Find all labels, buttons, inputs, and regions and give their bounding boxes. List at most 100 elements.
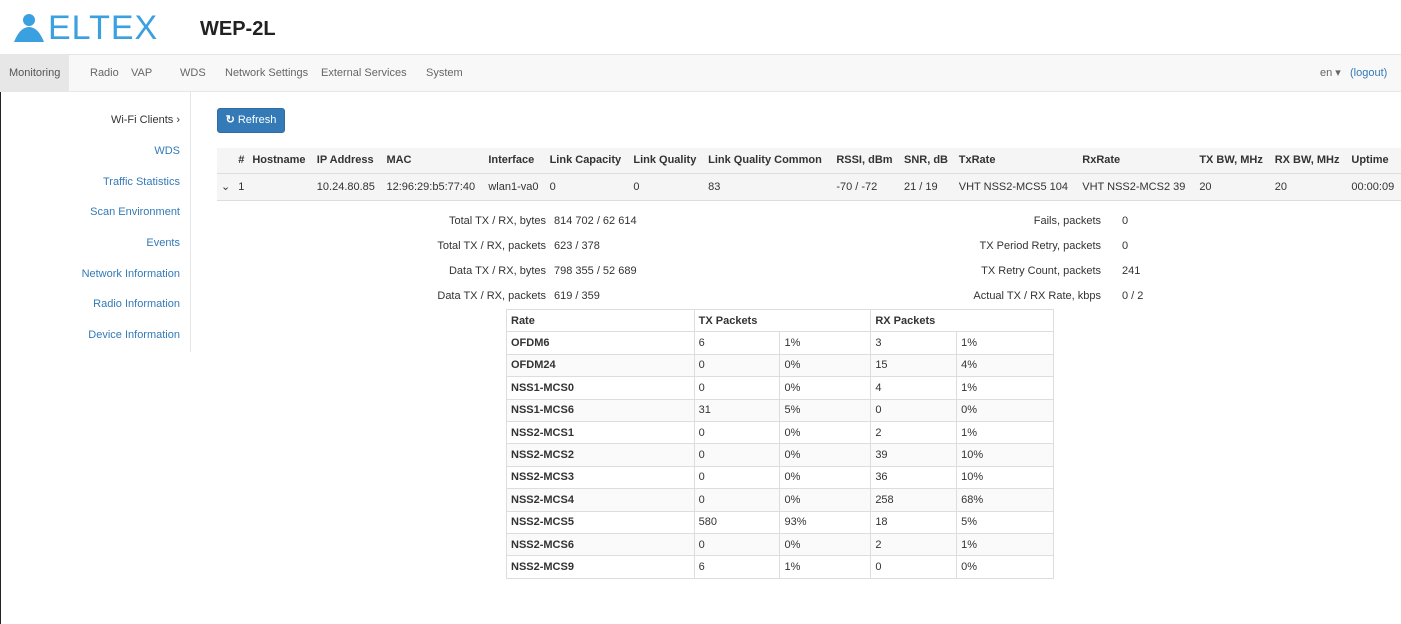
nav-vap[interactable]: VAP	[122, 55, 161, 92]
device-model-title: WEP-2L	[200, 18, 276, 40]
col-rxrate: RxRate	[1078, 148, 1196, 174]
nav-network-settings[interactable]: Network Settings	[216, 55, 317, 92]
cell-rate-name: NSS1-MCS0	[506, 376, 695, 400]
detail-label-total-bytes: Total TX / RX, bytes	[448, 215, 546, 227]
sidebar-item-traffic-statistics[interactable]: Traffic Statistics	[103, 176, 180, 188]
detail-label-data-bytes: Data TX / RX, bytes	[448, 265, 546, 277]
logout-link[interactable]: (logout)	[1350, 55, 1387, 92]
table-row[interactable]: ⌄ 1 10.24.80.85 12:96:29:b5:77:40 wlan1-…	[217, 173, 1401, 201]
cell-snr: 21 / 19	[899, 173, 955, 201]
sidebar-item-wifi-clients[interactable]: Wi-Fi Clients ›	[111, 114, 180, 126]
cell-tx-percent: 0%	[779, 488, 872, 512]
cell-rx-count: 0	[870, 555, 958, 579]
cell-rx-count: 0	[870, 398, 958, 422]
table-row: OFDM6 6 1% 3 1%	[506, 331, 1054, 355]
sidebar-item-events[interactable]: Events	[146, 237, 180, 249]
cell-rx-percent: 5%	[956, 510, 1054, 534]
header: ELTEX WEP-2L	[0, 0, 1401, 54]
cell-ip-address: 10.24.80.85	[312, 173, 383, 201]
table-row: NSS2-MCS3 0 0% 36 10%	[506, 465, 1054, 490]
col-link-quality-common: Link Quality Common	[704, 148, 833, 174]
detail-label-fails: Fails, packets	[1033, 215, 1101, 227]
detail-value-tx-period-retry: 0	[1122, 240, 1129, 252]
language-dropdown[interactable]: en ▾	[1320, 55, 1341, 92]
detail-value-fails: 0	[1122, 215, 1129, 227]
col-uptime: Uptime	[1347, 148, 1401, 174]
col-txrate: TxRate	[954, 148, 1079, 174]
cell-rssi: -70 / -72	[832, 173, 900, 201]
nav-radio[interactable]: Radio	[81, 55, 128, 92]
cell-rate-name: NSS2-MCS9	[506, 555, 695, 579]
cell-rx-percent: 1%	[956, 331, 1054, 355]
detail-value-total-packets: 623 / 378	[554, 240, 600, 252]
cell-tx-count: 580	[693, 510, 781, 534]
cell-rx-percent: 0%	[956, 555, 1054, 579]
cell-rx-count: 4	[870, 376, 958, 400]
cell-rx-count: 15	[870, 353, 958, 378]
cell-rx-percent: 0%	[956, 398, 1054, 422]
nav-wds[interactable]: WDS	[171, 55, 215, 92]
expand-chevron-icon[interactable]: ⌄	[217, 173, 235, 201]
nav-system[interactable]: System	[417, 55, 472, 92]
col-expand	[217, 148, 235, 174]
cell-rate-name: OFDM6	[506, 331, 695, 355]
table-row: NSS2-MCS2 0 0% 39 10%	[506, 443, 1054, 467]
col-rate: Rate	[506, 308, 695, 333]
cell-link-quality: 0	[629, 173, 705, 201]
rate-header-row: Rate TX Packets RX Packets	[506, 308, 1054, 333]
col-hostname: Hostname	[248, 148, 313, 174]
cell-rate-name: NSS1-MCS6	[506, 398, 695, 422]
nav-monitoring[interactable]: Monitoring	[0, 55, 70, 92]
nav-external-services[interactable]: External Services	[312, 55, 416, 92]
cell-tx-percent: 93%	[779, 510, 872, 534]
sidebar-item-radio-information[interactable]: Radio Information	[93, 298, 180, 310]
col-interface: Interface	[484, 148, 546, 174]
rate-table-body: OFDM6 6 1% 3 1% OFDM24 0 0% 15 4% NSS1-MCS0 0 0% 4 1% N…	[506, 331, 1054, 579]
col-tx-bw: TX BW, MHz	[1195, 148, 1271, 174]
cell-interface: wlan1-va0	[484, 173, 546, 201]
cell-rate-name: NSS2-MCS3	[506, 465, 695, 490]
cell-tx-count: 6	[693, 331, 781, 355]
refresh-button[interactable]: ↻ Refresh	[217, 108, 285, 133]
col-link-capacity: Link Capacity	[545, 148, 630, 174]
cell-tx-count: 0	[693, 532, 781, 557]
sidebar-item-scan-environment[interactable]: Scan Environment	[90, 206, 180, 218]
cell-rx-percent: 1%	[956, 376, 1054, 400]
refresh-icon: ↻	[225, 114, 235, 126]
cell-rx-percent: 68%	[956, 488, 1054, 512]
cell-rate-name: NSS2-MCS4	[506, 488, 695, 512]
cell-tx-count: 0	[693, 488, 781, 512]
logo-text: ELTEX	[48, 9, 159, 47]
cell-tx-count: 6	[693, 555, 781, 579]
clients-header-row: # Hostname IP Address MAC Interface Link…	[217, 148, 1401, 174]
cell-rx-percent: 1%	[956, 532, 1054, 557]
cell-link-capacity: 0	[545, 173, 630, 201]
detail-value-tx-retry-count: 241	[1122, 265, 1141, 277]
cell-rx-percent: 10%	[956, 443, 1054, 467]
cell-tx-percent: 0%	[779, 443, 872, 467]
cell-tx-percent: 0%	[779, 465, 872, 490]
detail-label-actual-rate: Actual TX / RX Rate, kbps	[973, 290, 1101, 302]
cell-tx-count: 0	[693, 420, 781, 445]
cell-rate-name: OFDM24	[506, 353, 695, 378]
cell-tx-count: 0	[693, 465, 781, 490]
rate-statistics-table: Rate TX Packets RX Packets OFDM6 6 1% 3 1% OF…	[506, 308, 1054, 579]
col-rx-bw: RX BW, MHz	[1270, 148, 1348, 174]
cell-tx-count: 31	[693, 398, 781, 422]
cell-hostname	[248, 173, 313, 201]
cell-tx-count: 0	[693, 443, 781, 467]
cell-rxrate: VHT NSS2-MCS2 39	[1078, 173, 1196, 201]
cell-tx-bw: 20	[1195, 173, 1271, 201]
cell-tx-percent: 5%	[779, 398, 872, 422]
sidebar: Wi-Fi Clients › WDS Traffic Statistics S…	[0, 92, 191, 352]
sidebar-item-wds[interactable]: WDS	[154, 145, 180, 157]
sidebar-item-network-information[interactable]: Network Information	[82, 268, 180, 280]
sidebar-item-device-information[interactable]: Device Information	[88, 329, 180, 341]
cell-rx-percent: 1%	[956, 420, 1054, 445]
cell-rx-bw: 20	[1270, 173, 1348, 201]
col-ip-address: IP Address	[312, 148, 383, 174]
cell-rate-name: NSS2-MCS2	[506, 443, 695, 467]
eltex-logo-icon	[14, 14, 44, 42]
col-link-quality: Link Quality	[629, 148, 705, 174]
detail-value-total-bytes: 814 702 / 62 614	[554, 215, 637, 227]
